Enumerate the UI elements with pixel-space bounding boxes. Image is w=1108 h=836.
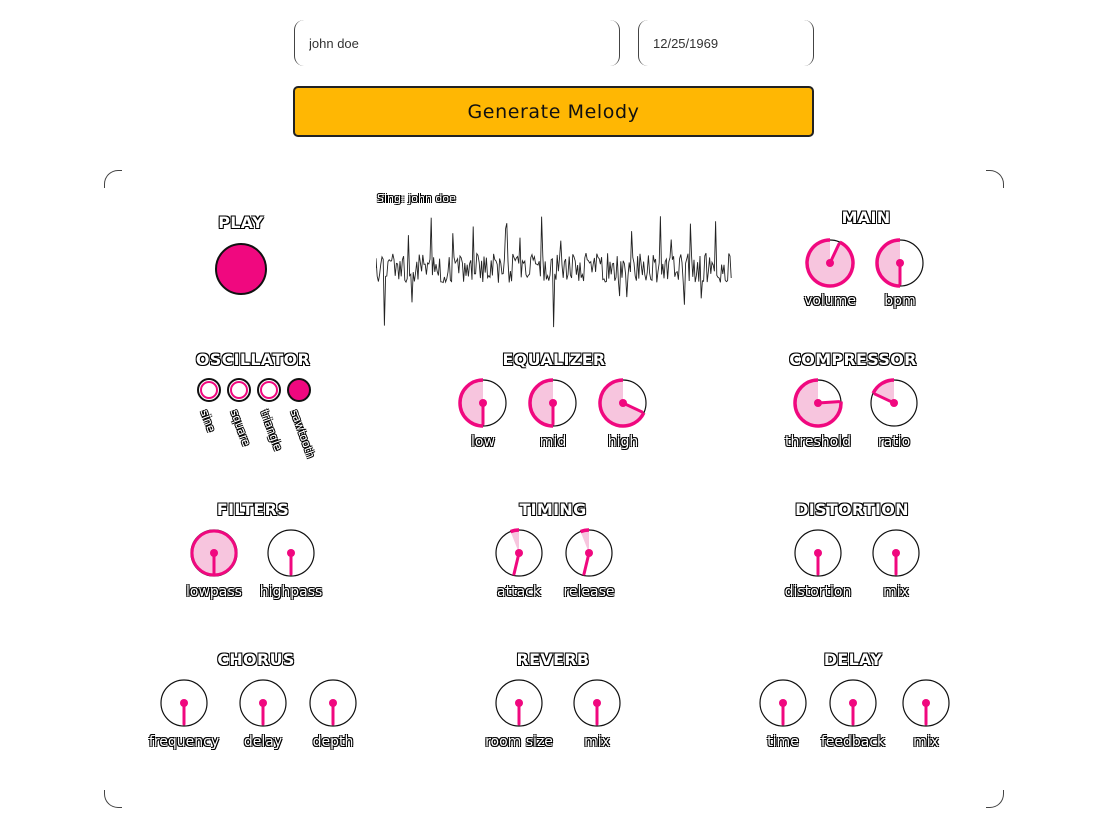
bpm-label: bpm xyxy=(884,293,916,309)
panel-corner xyxy=(986,790,1004,808)
delay-time-knob[interactable] xyxy=(758,678,808,728)
eq-high-knob[interactable] xyxy=(598,378,648,428)
distortion-mix-label: mix xyxy=(883,584,909,600)
attack-knob[interactable] xyxy=(494,528,544,578)
lowpass-label: lowpass xyxy=(186,584,242,600)
name-field[interactable] xyxy=(294,20,620,66)
lowpass-knob[interactable] xyxy=(189,528,239,578)
osc-triangle-radio[interactable] xyxy=(257,378,281,402)
compressor-title: COMPRESSOR xyxy=(789,350,917,369)
osc-sawtooth-radio[interactable] xyxy=(287,378,311,402)
delay-feedback-knob[interactable] xyxy=(828,678,878,728)
reverb-mix-label: mix xyxy=(584,734,610,750)
reverb-title: REVERB xyxy=(516,650,590,669)
attack-label: attack xyxy=(497,584,541,600)
threshold-label: threshold xyxy=(785,434,851,450)
distortion-knob[interactable] xyxy=(793,528,843,578)
osc-square-label: square xyxy=(227,408,253,448)
delay-mix-knob[interactable] xyxy=(901,678,951,728)
volume-knob[interactable] xyxy=(805,238,855,288)
chorus-delay-label: delay xyxy=(243,734,283,750)
delay-feedback-label: feedback xyxy=(820,734,886,750)
osc-sawtooth-label: sawtooth xyxy=(287,408,318,460)
highpass-knob[interactable] xyxy=(266,528,316,578)
osc-sine-radio[interactable] xyxy=(197,378,221,402)
release-label: release xyxy=(563,584,615,600)
generate-melody-button[interactable]: Generate Melody xyxy=(293,86,814,137)
osc-triangle-label: triangle xyxy=(257,408,285,453)
distortion-mix-knob[interactable] xyxy=(871,528,921,578)
chorus-delay-knob[interactable] xyxy=(238,678,288,728)
reverb-mix-knob[interactable] xyxy=(572,678,622,728)
chorus-frequency-knob[interactable] xyxy=(159,678,209,728)
release-knob[interactable] xyxy=(564,528,614,578)
panel-corner xyxy=(986,170,1004,188)
osc-square-radio[interactable] xyxy=(227,378,251,402)
osc-sine-label: sine xyxy=(197,408,218,434)
panel-corner xyxy=(104,790,122,808)
chorus-frequency-label: frequency xyxy=(148,734,220,750)
birthdate-input[interactable] xyxy=(651,34,813,52)
bpm-knob[interactable] xyxy=(875,238,925,288)
waveform-title: Sing: john doe xyxy=(377,192,456,205)
chorus-depth-knob[interactable] xyxy=(308,678,358,728)
distortion-title: DISTORTION xyxy=(795,500,909,519)
delay-time-label: time xyxy=(767,734,799,750)
filters-title: FILTERS xyxy=(216,500,290,519)
delay-mix-label: mix xyxy=(913,734,939,750)
birthdate-field[interactable] xyxy=(638,20,814,66)
distortion-label: distortion xyxy=(784,584,852,600)
eq-high-label: high xyxy=(607,434,639,450)
eq-low-knob[interactable] xyxy=(458,378,508,428)
volume-label: volume xyxy=(804,293,856,309)
threshold-knob[interactable] xyxy=(793,378,843,428)
equalizer-title: EQUALIZER xyxy=(502,350,606,369)
play-button[interactable] xyxy=(215,243,267,295)
panel-corner xyxy=(104,170,122,188)
chorus-depth-label: depth xyxy=(312,734,354,750)
eq-mid-label: mid xyxy=(539,434,567,450)
reverb-room-size-label: room size xyxy=(485,734,553,750)
ratio-knob[interactable] xyxy=(869,378,919,428)
chorus-title: CHORUS xyxy=(217,650,295,669)
waveform-display xyxy=(376,216,732,328)
reverb-room-size-knob[interactable] xyxy=(494,678,544,728)
eq-low-label: low xyxy=(471,434,495,450)
play-title: PLAY xyxy=(218,213,264,232)
ratio-label: ratio xyxy=(877,434,911,450)
name-input[interactable] xyxy=(307,34,619,52)
delay-title: DELAY xyxy=(823,650,883,669)
eq-mid-knob[interactable] xyxy=(528,378,578,428)
oscillator-title: OSCILLATOR xyxy=(195,350,311,369)
timing-title: TIMING xyxy=(519,500,587,519)
highpass-label: highpass xyxy=(259,584,323,600)
main-title: MAIN xyxy=(841,208,891,227)
